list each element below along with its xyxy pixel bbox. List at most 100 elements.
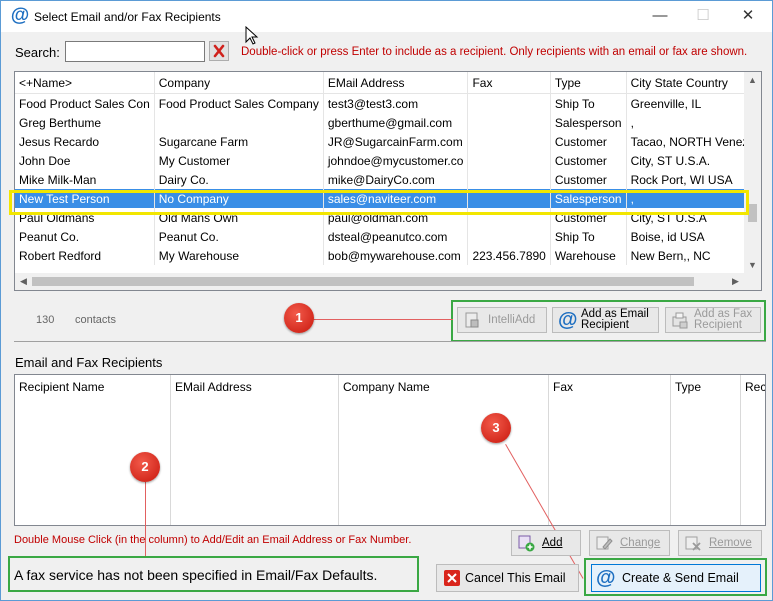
- add-recipient-button[interactable]: Add: [511, 530, 581, 556]
- contacts-table: <+Name> Company EMail Address Fax Type C…: [15, 72, 761, 265]
- column-header-fax[interactable]: Fax: [467, 72, 551, 94]
- table-cell: [467, 132, 551, 151]
- table-cell: My Customer: [154, 151, 324, 170]
- column-header-recipient-name[interactable]: Recipient Name: [19, 380, 104, 394]
- table-cell: Boise, id USA: [626, 227, 761, 246]
- table-cell: [154, 113, 324, 132]
- callout-2-line: [145, 482, 146, 558]
- cancel-email-label: Cancel This Email: [465, 571, 566, 585]
- table-cell: Greg Berthume: [15, 113, 155, 132]
- recipients-column-type: Type: [671, 375, 741, 525]
- vertical-scrollbar[interactable]: ▲ ▼: [744, 72, 761, 274]
- table-cell: [467, 113, 551, 132]
- table-row[interactable]: Robert Redford My Warehouse bob@mywarehous…: [15, 246, 761, 265]
- column-header-recipient-fax[interactable]: Fax: [553, 380, 573, 394]
- table-row[interactable]: Food Product Sales Con Food Product Sales…: [15, 93, 761, 113]
- cancel-icon: [444, 570, 460, 586]
- column-header-email-address[interactable]: EMail Address: [175, 380, 252, 394]
- table-cell: Warehouse: [550, 246, 627, 265]
- recipients-section-title: Email and Fax Recipients: [15, 355, 163, 370]
- table-cell: Salesperson: [550, 113, 627, 132]
- remove-icon: [685, 536, 701, 551]
- scrollbar-corner: [744, 273, 761, 290]
- close-button[interactable]: ✕: [733, 5, 763, 27]
- scroll-down-icon[interactable]: ▼: [744, 257, 761, 274]
- remove-recipient-button[interactable]: Remove: [678, 530, 762, 556]
- edit-icon: [596, 536, 613, 550]
- horizontal-scroll-thumb[interactable]: [32, 277, 694, 286]
- table-row[interactable]: Peanut Co. Peanut Co. dsteal@peanutco.com S…: [15, 227, 761, 246]
- table-cell: Dairy Co.: [154, 170, 324, 189]
- add-label: Add: [542, 537, 563, 549]
- table-cell: Ship To: [550, 227, 627, 246]
- callout-1-line: [313, 319, 453, 320]
- table-cell: Jesus Recardo: [15, 132, 155, 151]
- contact-count-label: contacts: [75, 314, 116, 326]
- table-cell: Peanut Co.: [154, 227, 324, 246]
- table-cell: test3@test3.com: [323, 93, 469, 113]
- table-cell: Mike Milk-Man: [15, 170, 155, 189]
- column-header-city[interactable]: City State Country: [626, 72, 761, 94]
- recipients-column-fax: Fax: [549, 375, 671, 525]
- table-cell: Customer: [550, 151, 627, 170]
- double-click-hint: Double Mouse Click (in the column) to Ad…: [14, 534, 412, 546]
- at-sign-icon: @: [10, 5, 30, 26]
- table-cell: johndoe@mycustomer.co: [323, 151, 469, 170]
- vertical-scroll-thumb[interactable]: [748, 204, 757, 222]
- section-separator: [14, 341, 766, 342]
- minimize-button[interactable]: —: [645, 5, 675, 27]
- table-row[interactable]: Greg Berthume gberthume@gmail.com Salesper…: [15, 113, 761, 132]
- title-bar[interactable]: @ Select Email and/or Fax Recipients — ☐…: [1, 1, 772, 32]
- table-cell: Greenville, IL: [626, 93, 761, 113]
- change-recipient-button[interactable]: Change: [589, 530, 670, 556]
- table-cell: Customer: [550, 132, 627, 151]
- column-header-type[interactable]: Type: [550, 72, 627, 94]
- column-header-company-name[interactable]: Company Name: [343, 380, 430, 394]
- scroll-right-icon[interactable]: ▶: [727, 273, 744, 290]
- table-cell: JR@SugarcainFarm.com: [323, 132, 469, 151]
- table-cell: Customer: [550, 170, 627, 189]
- table-cell: Sugarcane Farm: [154, 132, 324, 151]
- table-cell: New Bern,, NC: [626, 246, 761, 265]
- clear-search-button[interactable]: [209, 41, 229, 61]
- search-label: Search:: [15, 45, 60, 60]
- horizontal-scrollbar[interactable]: ◀ ▶: [15, 273, 744, 290]
- callout-badge-2: 2: [130, 452, 160, 482]
- cancel-email-button[interactable]: Cancel This Email: [436, 564, 579, 592]
- table-cell: [467, 151, 551, 170]
- table-row[interactable]: Mike Milk-Man Dairy Co. mike@DairyCo.com Cu…: [15, 170, 761, 189]
- recipients-column-name: Recipient Name: [15, 375, 171, 525]
- table-row[interactable]: John Doe My Customer johndoe@mycustomer.co…: [15, 151, 761, 170]
- table-cell: [467, 93, 551, 113]
- scroll-up-icon[interactable]: ▲: [744, 72, 761, 89]
- table-cell: dsteal@peanutco.com: [323, 227, 469, 246]
- scroll-left-icon[interactable]: ◀: [15, 273, 32, 290]
- column-header-company[interactable]: Company: [154, 72, 324, 94]
- column-header-name[interactable]: <+Name>: [15, 72, 155, 94]
- search-input[interactable]: [65, 41, 205, 62]
- table-cell: Food Product Sales Company: [154, 93, 324, 113]
- table-cell: John Doe: [15, 151, 155, 170]
- add-icon: [518, 535, 535, 552]
- contacts-grid[interactable]: <+Name> Company EMail Address Fax Type C…: [14, 71, 762, 291]
- maximize-button[interactable]: ☐: [688, 5, 718, 27]
- table-cell: ,: [626, 113, 761, 132]
- table-cell: My Warehouse: [154, 246, 324, 265]
- table-cell: City, ST U.S.A.: [626, 151, 761, 170]
- mouse-cursor-icon: [245, 26, 259, 45]
- toolbar-highlight-box: [451, 300, 766, 342]
- table-cell: [467, 227, 551, 246]
- recipients-grid[interactable]: Recipient Name EMail Address Company Nam…: [14, 374, 766, 526]
- table-cell: Ship To: [550, 93, 627, 113]
- contact-count-number: 130: [36, 314, 55, 326]
- table-row[interactable]: Jesus Recardo Sugarcane Farm JR@SugarcainF…: [15, 132, 761, 151]
- column-header-email[interactable]: EMail Address: [323, 72, 469, 94]
- recipients-column-company: Company Name: [339, 375, 549, 525]
- table-cell: bob@mywarehouse.com: [323, 246, 469, 265]
- change-label: Change: [620, 537, 661, 549]
- column-header-rec[interactable]: Rec: [745, 380, 765, 394]
- table-cell: Rock Port, WI USA: [626, 170, 761, 189]
- table-cell: gberthume@gmail.com: [323, 113, 469, 132]
- recipients-column-email: EMail Address: [171, 375, 339, 525]
- column-header-recipient-type[interactable]: Type: [675, 380, 701, 394]
